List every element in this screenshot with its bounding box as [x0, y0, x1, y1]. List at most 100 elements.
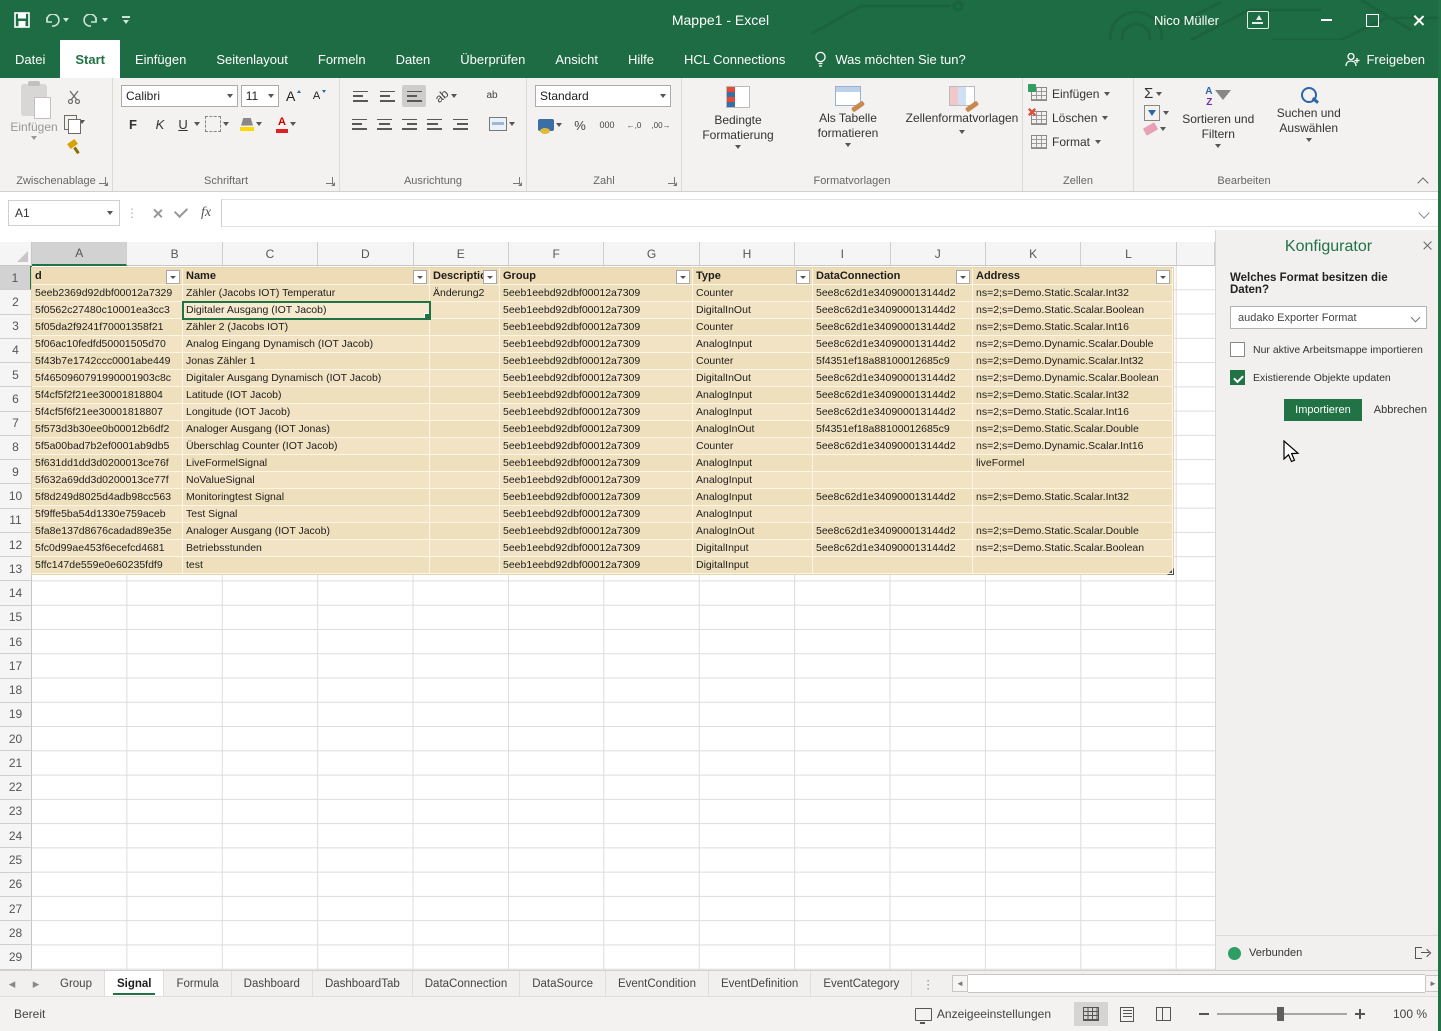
zoom-slider-handle[interactable] — [1277, 1007, 1284, 1021]
formula-input[interactable] — [221, 199, 1441, 227]
table-header-cell[interactable]: Description — [430, 268, 500, 285]
table-cell[interactable]: LiveFormelSignal — [183, 455, 430, 472]
sheet-tab-dashboard[interactable]: Dashboard — [232, 971, 313, 996]
ribbon-tab-ansicht[interactable]: Ansicht — [540, 40, 613, 78]
cut-button[interactable] — [62, 86, 86, 108]
table-cell[interactable]: DigitalInput — [693, 540, 813, 557]
conditional-formatting-button[interactable]: Bedingte Formatierung — [682, 86, 794, 149]
table-cell[interactable]: ns=2;s=Demo.Dynamic.Scalar.Double — [973, 336, 1173, 353]
column-header-H[interactable]: H — [700, 242, 795, 266]
table-cell[interactable]: Analoger Ausgang (IOT Jacob) — [183, 523, 430, 540]
table-cell[interactable]: ns=2;s=Demo.Static.Scalar.Double — [973, 421, 1173, 438]
table-header-cell[interactable]: Type — [693, 268, 813, 285]
align-bottom-button[interactable] — [402, 85, 426, 107]
table-cell[interactable] — [813, 506, 973, 523]
update-objects-checkbox[interactable] — [1230, 370, 1245, 385]
cell-styles-button[interactable]: Zellenformatvorlagen — [902, 86, 1022, 149]
wrap-text-button[interactable]: ab — [480, 85, 504, 107]
table-cell[interactable]: Counter — [693, 285, 813, 302]
row-header-10[interactable]: 10 — [0, 484, 32, 508]
filter-dropdown-icon[interactable] — [796, 270, 810, 284]
column-header-J[interactable]: J — [891, 242, 986, 266]
table-cell[interactable]: Analoger Ausgang (IOT Jonas) — [183, 421, 430, 438]
table-cell[interactable]: ns=2;s=Demo.Dynamic.Scalar.Int32 — [973, 353, 1173, 370]
table-cell[interactable] — [430, 523, 500, 540]
namebox-separator[interactable]: ⋮ — [126, 206, 138, 220]
row-header-16[interactable]: 16 — [0, 630, 32, 654]
column-header-B[interactable]: B — [127, 242, 222, 266]
align-top-button[interactable] — [348, 85, 372, 107]
column-header-L[interactable]: L — [1081, 242, 1176, 266]
table-cell[interactable]: ns=2;s=Demo.Dynamic.Scalar.Int16 — [973, 438, 1173, 455]
table-cell[interactable] — [430, 489, 500, 506]
accounting-format-button[interactable] — [535, 114, 565, 136]
table-cell[interactable]: DigitalInOut — [693, 302, 813, 319]
borders-button[interactable] — [202, 113, 232, 135]
table-cell[interactable]: 5f4351ef18a88100012685c9 — [813, 353, 973, 370]
zoom-out-icon[interactable] — [1199, 1013, 1209, 1015]
table-cell[interactable]: 5eeb1eebd92dbf00012a7309 — [500, 557, 693, 574]
fill-button[interactable] — [1144, 105, 1169, 121]
format-select[interactable]: audako Exporter Format — [1230, 306, 1427, 329]
logout-icon[interactable] — [1415, 947, 1429, 959]
table-cell[interactable]: 5ee8c62d1e340900013144d2 — [813, 336, 973, 353]
row-header-14[interactable]: 14 — [0, 581, 32, 605]
column-header-E[interactable]: E — [414, 242, 509, 266]
table-cell[interactable]: 5eeb1eebd92dbf00012a7309 — [500, 387, 693, 404]
table-cell[interactable]: AnalogInput — [693, 387, 813, 404]
row-header-27[interactable]: 27 — [0, 897, 32, 921]
underline-button[interactable]: U — [175, 113, 199, 135]
table-cell[interactable]: Betriebsstunden — [183, 540, 430, 557]
horizontal-scrollbar-track[interactable] — [968, 974, 1425, 993]
orientation-button[interactable]: ab — [429, 85, 463, 107]
table-cell[interactable]: AnalogInput — [693, 404, 813, 421]
import-button[interactable]: Importieren — [1284, 399, 1362, 421]
row-header-6[interactable]: 6 — [0, 387, 32, 411]
number-dialog-launcher-icon[interactable] — [668, 177, 678, 187]
column-header-K[interactable]: K — [986, 242, 1081, 266]
collapse-ribbon-icon[interactable] — [1419, 177, 1429, 185]
table-cell[interactable] — [430, 336, 500, 353]
table-header-cell[interactable]: Name — [183, 268, 430, 285]
minimize-button[interactable] — [1303, 0, 1349, 40]
name-box[interactable]: A1 — [8, 200, 120, 226]
increase-decimal-button[interactable]: ←,0 — [622, 114, 646, 136]
table-cell[interactable]: AnalogInput — [693, 472, 813, 489]
filter-dropdown-icon[interactable] — [676, 270, 690, 284]
row-header-21[interactable]: 21 — [0, 751, 32, 775]
select-all-corner[interactable] — [0, 242, 32, 266]
table-cell[interactable]: 5ee8c62d1e340900013144d2 — [813, 489, 973, 506]
row-header-20[interactable]: 20 — [0, 727, 32, 751]
table-cell[interactable] — [430, 438, 500, 455]
column-header-partial[interactable] — [1177, 242, 1215, 266]
table-cell[interactable]: ns=2;s=Demo.Static.Scalar.Double — [973, 523, 1173, 540]
table-cell[interactable]: ns=2;s=Demo.Static.Scalar.Int16 — [973, 319, 1173, 336]
number-format-select[interactable]: Standard — [535, 85, 671, 107]
pane-close-icon[interactable] — [1422, 240, 1433, 251]
tell-me-search[interactable]: Was möchten Sie tun? — [800, 40, 979, 78]
clear-button[interactable] — [1144, 125, 1169, 133]
row-header-2[interactable]: 2 — [0, 290, 32, 314]
row-header-1[interactable]: 1 — [0, 266, 32, 290]
sheet-nav-next-icon[interactable]: ▸ — [24, 971, 48, 996]
shrink-font-button[interactable]: A — [308, 85, 331, 107]
decrease-decimal-button[interactable]: ,00→ — [649, 114, 673, 136]
display-settings-label[interactable]: Anzeigeeinstellungen — [937, 1007, 1051, 1021]
table-cell[interactable]: ns=2;s=Demo.Dynamic.Scalar.Boolean — [973, 370, 1173, 387]
row-header-17[interactable]: 17 — [0, 654, 32, 678]
table-cell[interactable]: 5ee8c62d1e340900013144d2 — [813, 540, 973, 557]
row-header-11[interactable]: 11 — [0, 509, 32, 533]
sheet-tab-dashboardtab[interactable]: DashboardTab — [313, 971, 413, 996]
table-cell[interactable]: 5f4cf5f2f21ee30001818804 — [32, 387, 183, 404]
table-cell[interactable]: 5eeb1eebd92dbf00012a7309 — [500, 370, 693, 387]
insert-function-icon[interactable]: fx — [201, 205, 211, 221]
table-cell[interactable]: 5eeb1eebd92dbf00012a7309 — [500, 506, 693, 523]
table-cell[interactable]: 5eeb1eebd92dbf00012a7309 — [500, 336, 693, 353]
table-cell[interactable]: 5ee8c62d1e340900013144d2 — [813, 438, 973, 455]
font-family-select[interactable]: Calibri — [121, 85, 238, 107]
table-cell[interactable]: ns=2;s=Demo.Static.Scalar.Boolean — [973, 540, 1173, 557]
table-cell[interactable]: Analog Eingang Dynamisch (IOT Jacob) — [183, 336, 430, 353]
ribbon-tab-einfügen[interactable]: Einfügen — [120, 40, 201, 78]
align-left-button[interactable] — [348, 113, 370, 135]
sheet-tab-group[interactable]: Group — [48, 971, 105, 996]
